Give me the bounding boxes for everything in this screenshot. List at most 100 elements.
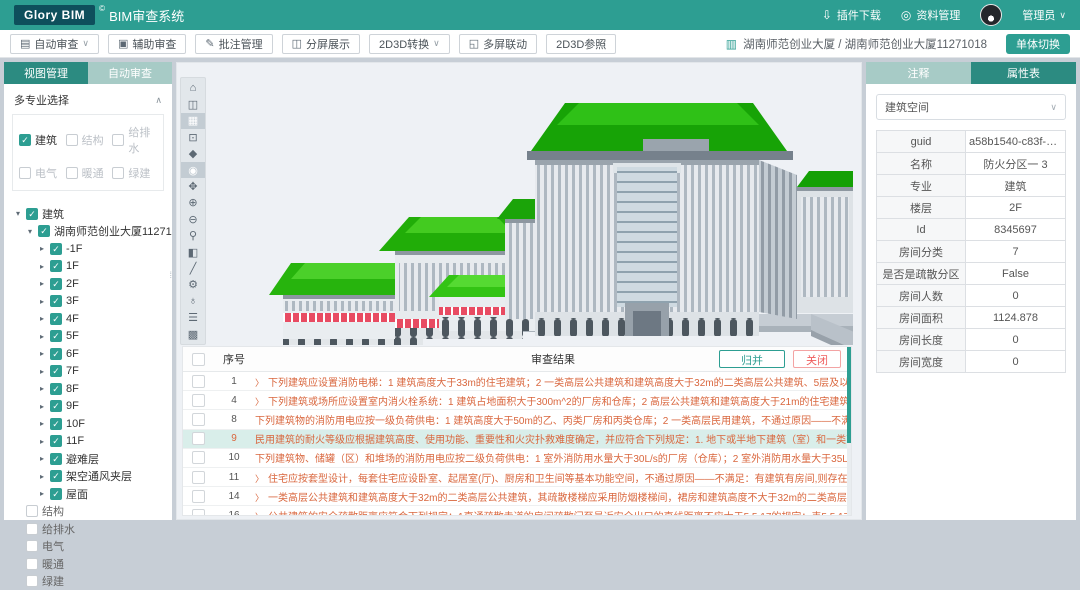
result-row[interactable]: 8下列建筑物的消防用电应按一级负荷供电：1 建筑高度大于50m的乙、丙类厂房和丙… [183,410,851,429]
checkbox-icon[interactable] [26,540,38,552]
checkbox-checked-icon[interactable]: ✓ [50,348,62,360]
expand-arrow-icon[interactable]: ▸ [38,367,46,376]
tree-node-结构[interactable]: 结构 [4,503,172,521]
tree-node-1F[interactable]: ▸✓1F [4,258,172,276]
result-row[interactable]: 1〉下列建筑应设置消防电梯：1 建筑高度大于33m的住宅建筑；2 一类高层公共建… [183,372,851,391]
expand-arrow-icon[interactable]: ▸ [38,437,46,446]
tree-node-5F[interactable]: ▸✓5F [4,328,172,346]
tab-annotation[interactable]: 注释 [866,62,971,84]
split-screen-button[interactable]: ◫分屏展示 [282,34,360,54]
tree-node-7F[interactable]: ▸✓7F [4,363,172,381]
checkbox-icon[interactable] [26,558,38,570]
tree-node-湖南师范创业大厦11271018_c5[interactable]: ▾✓湖南师范创业大厦11271018_c5 [4,223,172,241]
grid-view-icon[interactable]: ▦ [181,113,205,129]
tree-node-8F[interactable]: ▸✓8F [4,380,172,398]
building-3d-model[interactable] [213,67,853,345]
orbit-icon[interactable]: ◉ [181,162,205,178]
checkbox-checked-icon[interactable]: ✓ [50,383,62,395]
tree-node-3F[interactable]: ▸✓3F [4,293,172,311]
discipline-checkbox-绿建[interactable]: 绿建 [112,165,157,181]
model-viewer[interactable]: ⌂◫▦⊡◆◉✥⊕⊖⚲◧╱⚙♁☰▩ 序号 审查结果 归并 关闭 1〉下列建筑应设置… [176,62,862,520]
row-checkbox[interactable] [192,413,205,426]
checkbox-checked-icon[interactable]: ✓ [50,418,62,430]
assist-review-button[interactable]: ▣辅助审查 [108,34,186,54]
fit-view-icon[interactable]: ⊡ [181,129,205,145]
zoom-in-icon[interactable]: ⊕ [181,195,205,211]
expand-arrow-icon[interactable]: ▸ [38,349,46,358]
discipline-checkbox-暖通[interactable]: 暖通 [66,165,111,181]
tree-node-6F[interactable]: ▸✓6F [4,345,172,363]
home-icon[interactable]: ⌂ [181,80,205,96]
result-row[interactable]: 16〉公共建筑的安全疏散距离应符合下列规定：1直通疏散走道的房间疏散门至最近安全… [183,506,851,516]
checkbox-icon[interactable] [112,134,124,146]
tree-node-11F[interactable]: ▸✓11F [4,433,172,451]
checkbox-icon[interactable] [66,167,78,179]
tree-node-绿建[interactable]: 绿建 [4,573,172,590]
row-checkbox[interactable] [192,432,205,445]
checkbox-checked-icon[interactable]: ✓ [50,260,62,272]
checkbox-checked-icon[interactable]: ✓ [50,365,62,377]
expand-arrow-icon[interactable]: ▸ [38,332,46,341]
checkbox-checked-icon[interactable]: ✓ [50,470,62,482]
expand-arrow-icon[interactable]: ▸ [38,472,46,481]
results-scrollbar[interactable] [847,347,851,515]
results-scrollbar-thumb[interactable] [847,347,851,443]
checkbox-checked-icon[interactable]: ✓ [50,400,62,412]
expand-arrow-icon[interactable]: ▸ [38,402,46,411]
close-button[interactable]: 关闭 [793,350,841,368]
tree-node-避难层[interactable]: ▸✓避难层 [4,450,172,468]
checkbox-checked-icon[interactable]: ✓ [50,453,62,465]
measure-icon[interactable]: ╱ [181,260,205,276]
checkbox-checked-icon[interactable]: ✓ [50,488,62,500]
expand-arrow-icon[interactable]: ▸ [38,454,46,463]
tree-node-架空通风夹层[interactable]: ▸✓架空通风夹层 [4,468,172,486]
row-checkbox[interactable] [192,375,205,388]
checkbox-icon[interactable] [66,134,78,146]
result-row[interactable]: 11〉住宅应按套型设计，每套住宅应设卧室、起居室(厅)、厨房和卫生间等基本功能空… [183,468,851,487]
tree-node-电气[interactable]: 电气 [4,538,172,556]
model-tree-icon[interactable]: ♁ [181,293,205,309]
avatar[interactable] [980,4,1002,26]
result-row[interactable]: 9民用建筑的耐火等级应根据建筑高度、使用功能、重要性和火灾扑救难度确定，并应符合… [183,430,851,449]
expand-arrow-icon[interactable]: ▸ [38,419,46,428]
checkbox-checked-icon[interactable]: ✓ [19,134,31,146]
checkbox-checked-icon[interactable]: ✓ [26,208,38,220]
checkbox-icon[interactable] [26,505,38,517]
row-checkbox[interactable] [192,490,205,503]
list-icon[interactable]: ☰ [181,309,205,325]
result-row[interactable]: 10下列建筑物、储罐（区）和堆场的消防用电应按二级负荷供电：1 室外消防用水量大… [183,449,851,468]
expand-arrow-icon[interactable]: 〉 [255,474,264,484]
expand-arrow-icon[interactable]: ▾ [14,209,22,218]
zoom-out-icon[interactable]: ⊖ [181,211,205,227]
expand-arrow-icon[interactable]: 〉 [255,397,264,407]
2d3d-reference-button[interactable]: 2D3D参照 [546,34,616,54]
settings-icon[interactable]: ⚙ [181,277,205,293]
expand-arrow-icon[interactable]: 〉 [255,493,264,503]
checkbox-checked-icon[interactable]: ✓ [50,278,62,290]
checkbox-checked-icon[interactable]: ✓ [50,243,62,255]
checkbox-checked-icon[interactable]: ✓ [50,435,62,447]
tree-node-屋面[interactable]: ▸✓屋面 [4,485,172,503]
checkbox-checked-icon[interactable]: ✓ [38,225,50,237]
data-management-link[interactable]: ◎ 资料管理 [901,7,960,23]
tree-node-10F[interactable]: ▸✓10F [4,415,172,433]
checkbox-icon[interactable] [19,167,31,179]
category-select[interactable]: 建筑空间 ∨ [876,94,1066,120]
tab-view-management[interactable]: 视图管理 [4,62,88,84]
thumbnail-icon[interactable]: ▩ [181,326,205,342]
expand-arrow-icon[interactable]: ▸ [38,279,46,288]
annotation-manage-button[interactable]: ✎批注管理 [195,34,272,54]
tab-auto-review[interactable]: 自动审查 [88,62,172,84]
checkbox-checked-icon[interactable]: ✓ [50,295,62,307]
discipline-checkbox-给排水[interactable]: 给排水 [112,124,157,156]
paint-icon[interactable]: ◆ [181,146,205,162]
single-switch-button[interactable]: 单体切换 [1006,34,1070,54]
row-checkbox[interactable] [192,471,205,484]
discipline-checkbox-结构[interactable]: 结构 [66,124,111,156]
tree-node-给排水[interactable]: 给排水 [4,520,172,538]
row-checkbox[interactable] [192,509,205,516]
merge-button[interactable]: 归并 [719,350,785,368]
tab-property-table[interactable]: 属性表 [971,62,1076,84]
tree-node-建筑[interactable]: ▾✓建筑 [4,205,172,223]
2d3d-convert-button[interactable]: 2D3D转换∨ [369,34,450,54]
